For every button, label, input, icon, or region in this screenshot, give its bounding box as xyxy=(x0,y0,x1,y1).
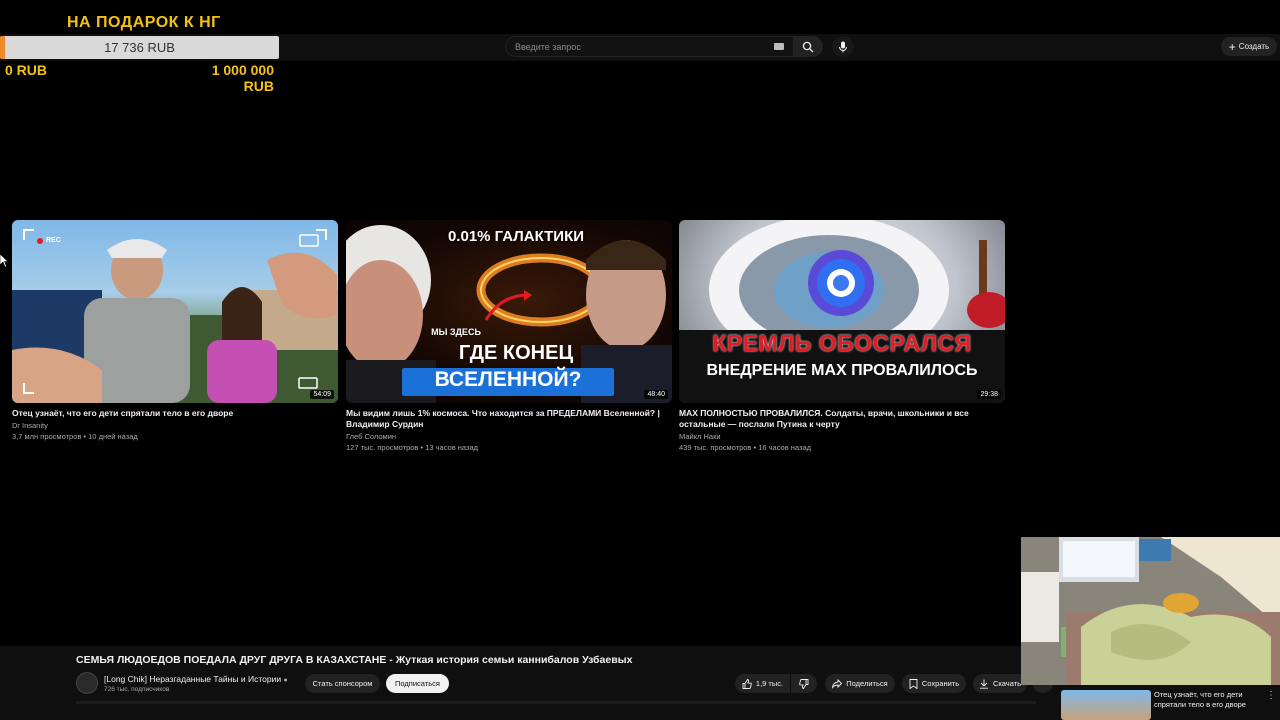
video-duration: 48:40 xyxy=(644,390,668,399)
video-thumbnail[interactable]: REC 54:09 xyxy=(12,220,338,403)
rec-indicator: REC xyxy=(46,237,61,244)
channel-avatar[interactable] xyxy=(76,672,98,694)
recommendation-menu-icon[interactable]: ⋮ xyxy=(1266,690,1276,701)
video-meta: 439 тыс. просмотров • 16 часов назад xyxy=(679,443,812,452)
donation-goal-widget: НА ПОДАРОК К НГ 17 736 RUB 0 RUB 1 000 0… xyxy=(0,0,282,100)
video-card[interactable]: REC 54:09 Отец узнаёт, что его дети спря… xyxy=(12,220,338,441)
recommendation-thumbnail[interactable] xyxy=(1061,690,1151,720)
mouse-cursor-icon xyxy=(0,254,8,268)
thumbnail-caption-2: ВНЕДРЕНИЕ МАХ ПРОВАЛИЛОСЬ xyxy=(706,362,978,379)
thumbs-down-icon xyxy=(799,678,809,689)
create-button[interactable]: + Создать xyxy=(1221,37,1277,56)
donation-current-amount: 17 736 RUB xyxy=(104,40,175,55)
video-title[interactable]: Мы видим лишь 1% космоса. Что находится … xyxy=(346,408,666,430)
video-card[interactable]: КРЕМЛЬ ОБОСРАЛСЯ ВНЕДРЕНИЕ МАХ ПРОВАЛИЛО… xyxy=(679,220,1005,452)
like-button[interactable]: 1,9 тыс. xyxy=(735,674,790,693)
plus-icon: + xyxy=(1228,39,1236,54)
webcam-overlay xyxy=(1021,537,1280,685)
share-label: Поделиться xyxy=(846,679,888,688)
thumbnail-caption-top: 0.01% ГАЛАКТИКИ xyxy=(447,228,585,245)
save-button[interactable]: Сохранить xyxy=(902,674,966,693)
video-thumbnail[interactable]: КРЕМЛЬ ОБОСРАЛСЯ ВНЕДРЕНИЕ МАХ ПРОВАЛИЛО… xyxy=(679,220,1005,403)
bookmark-icon xyxy=(909,678,918,689)
video-title[interactable]: Отец узнаёт, что его дети спрятали тело … xyxy=(12,408,332,419)
like-count: 1,9 тыс. xyxy=(755,679,784,688)
voice-search-button[interactable] xyxy=(832,36,854,57)
thumbnail-art xyxy=(12,229,338,403)
thumbnail-caption-here: МЫ ЗДЕСЬ xyxy=(431,327,481,337)
create-label: Создать xyxy=(1238,42,1270,51)
thumbnail-caption-1: ГДЕ КОНЕЦ xyxy=(458,342,574,364)
search-icon xyxy=(802,41,814,52)
channel-name-text[interactable]: [Long Chik] Неразгаданные Тайны и Истори… xyxy=(104,674,281,684)
download-button[interactable]: Скачать xyxy=(973,674,1027,693)
thumbs-up-icon xyxy=(742,678,752,689)
thumbnail-caption-1: КРЕМЛЬ ОБОСРАЛСЯ xyxy=(712,330,972,356)
video-duration: 54:09 xyxy=(310,390,334,399)
subscriber-count: 726 тыс. подписчиков xyxy=(104,686,170,693)
subscribe-button[interactable]: Подписаться xyxy=(386,674,449,693)
player-progress-track[interactable] xyxy=(76,701,1036,704)
download-label: Скачать xyxy=(992,679,1022,688)
share-button[interactable]: Поделиться xyxy=(825,674,895,693)
channel-name[interactable]: [Long Chik] Неразгаданные Тайны и Истори… xyxy=(104,674,288,684)
search-button[interactable] xyxy=(793,36,823,57)
dislike-button[interactable] xyxy=(791,674,817,693)
video-thumbnail[interactable]: 0.01% ГАЛАКТИКИ МЫ ЗДЕСЬ ГДЕ КОНЕЦ ВСЕЛЕ… xyxy=(346,220,672,403)
mic-icon xyxy=(839,41,847,52)
donation-max-label: 1 000 000 RUB xyxy=(211,62,274,94)
video-meta: 3,7 млн просмотров • 10 дней назад xyxy=(12,432,138,441)
sponsor-button[interactable]: Стать спонсором xyxy=(305,674,380,693)
share-icon xyxy=(832,678,843,689)
video-card[interactable]: 0.01% ГАЛАКТИКИ МЫ ЗДЕСЬ ГДЕ КОНЕЦ ВСЕЛЕ… xyxy=(346,220,672,452)
search-input[interactable] xyxy=(506,41,756,52)
webcam-feed xyxy=(1021,537,1280,685)
video-channel[interactable]: Dr Insanity xyxy=(12,421,338,430)
donation-min-label: 0 RUB xyxy=(5,62,48,78)
download-icon xyxy=(979,679,988,689)
video-meta: 127 тыс. просмотров • 13 часов назад xyxy=(346,443,479,452)
donation-title: НА ПОДАРОК К НГ xyxy=(67,14,221,31)
search-box[interactable] xyxy=(505,36,795,57)
verified-icon: ● xyxy=(283,677,288,684)
thumbnail-caption-2: ВСЕЛЕННОЙ? xyxy=(434,368,582,391)
save-label: Сохранить xyxy=(921,679,960,688)
recommendation-title[interactable]: Отец узнаёт, что его дети спрятали тело … xyxy=(1154,690,1264,710)
video-channel[interactable]: Майкл Наки xyxy=(679,432,1005,441)
donation-progress-bar: 17 736 RUB xyxy=(0,36,279,59)
video-channel[interactable]: Глеб Соломин xyxy=(346,432,672,441)
video-duration: 29:38 xyxy=(977,390,1001,399)
video-title[interactable]: MAX ПОЛНОСТЬЮ ПРОВАЛИЛСЯ. Солдаты, врачи… xyxy=(679,408,999,430)
player-video-title: СЕМЬЯ ЛЮДОЕДОВ ПОЕДАЛА ДРУГ ДРУГА В КАЗА… xyxy=(76,654,633,666)
keyboard-icon[interactable] xyxy=(774,43,784,50)
